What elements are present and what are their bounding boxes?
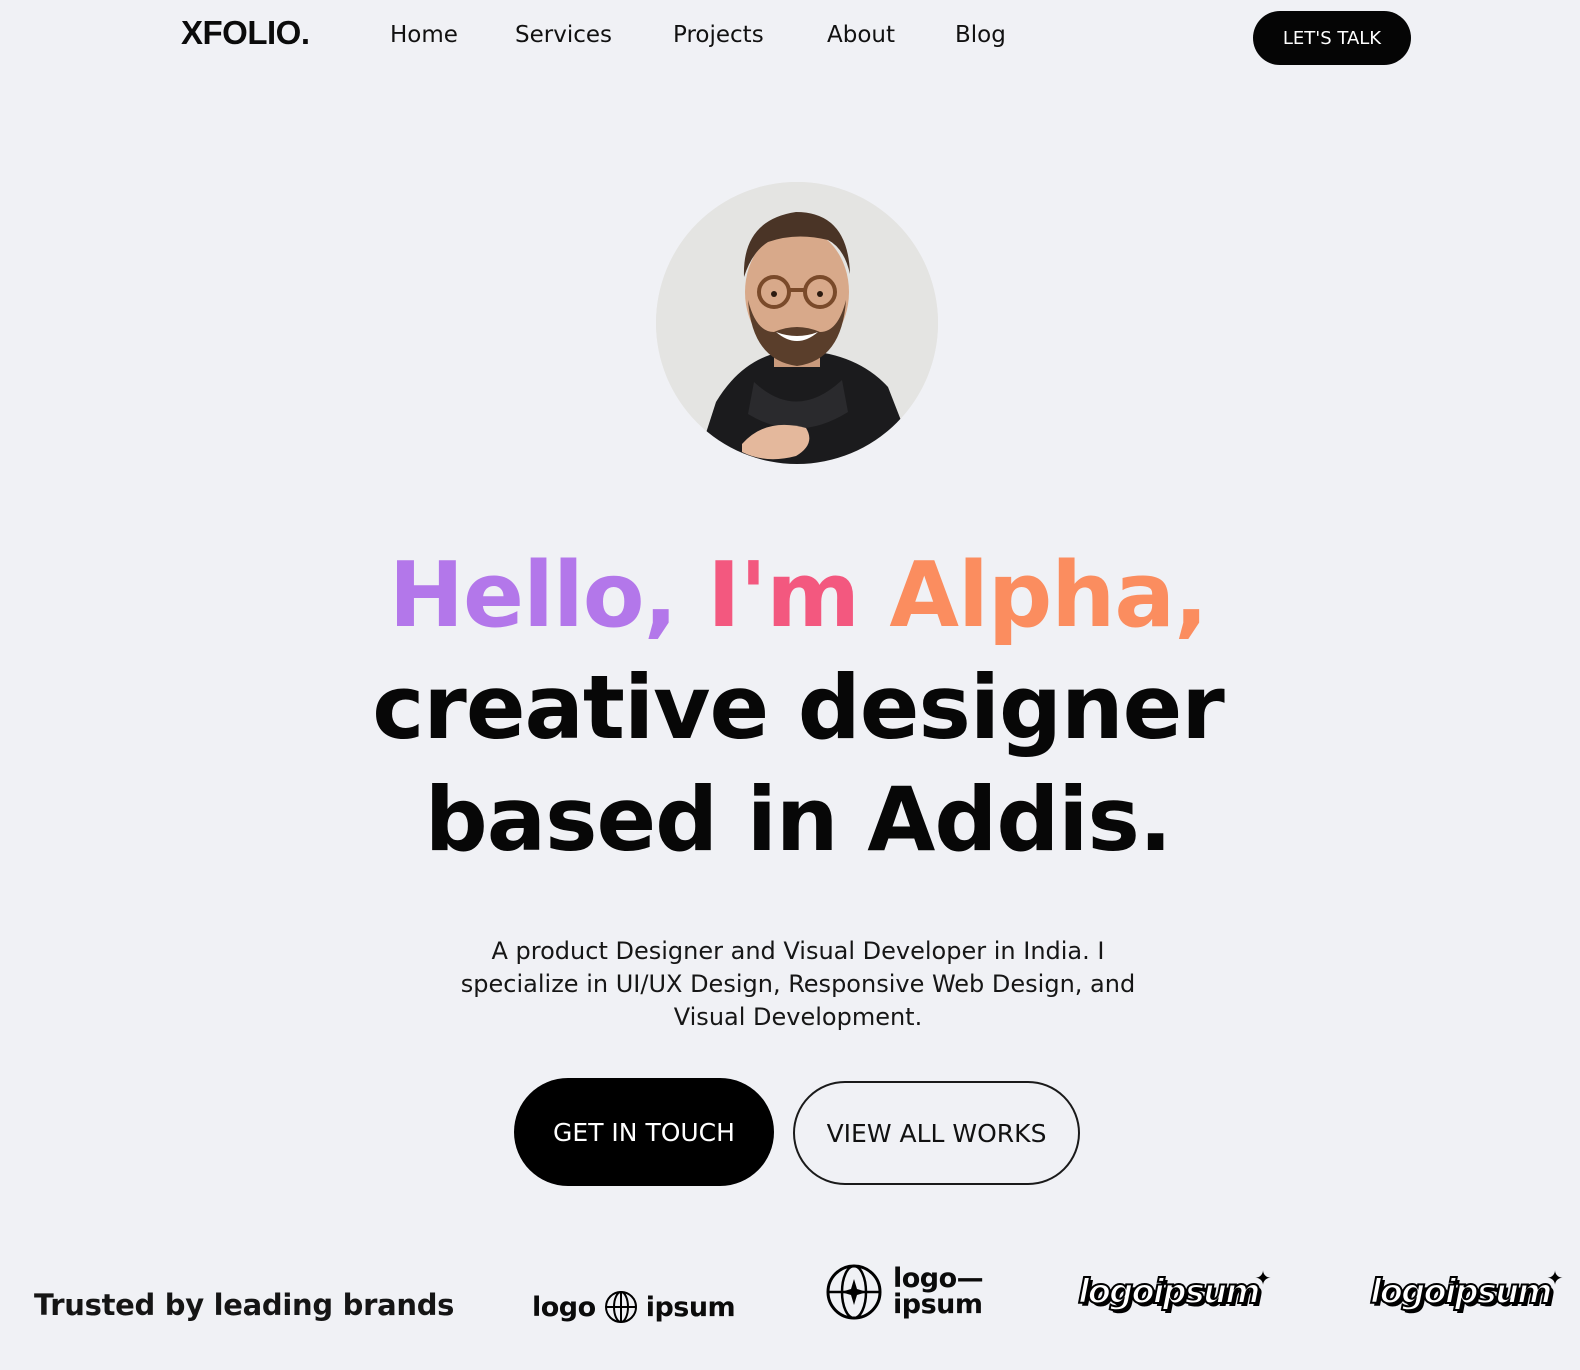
greeting-im: I'm bbox=[707, 543, 860, 648]
greeting-hello: Hello, bbox=[388, 543, 678, 648]
headline-line-2: creative designer bbox=[372, 656, 1224, 759]
greeting-line: Hello, I'm Alpha, bbox=[0, 540, 1580, 652]
view-all-works-button[interactable]: VIEW ALL WORKS bbox=[793, 1081, 1080, 1185]
brand-logo-3: logoipsum✦ bbox=[1077, 1266, 1275, 1313]
sparkle-icon: ✦ bbox=[1254, 1266, 1272, 1290]
profile-avatar bbox=[656, 182, 938, 464]
profile-photo bbox=[656, 182, 938, 464]
nav-services[interactable]: Services bbox=[515, 22, 673, 48]
headline-line-3: based in Addis. bbox=[424, 768, 1173, 871]
hero-description: A product Designer and Visual Developer … bbox=[460, 937, 1136, 1031]
brand-logo-2: logo— ipsum bbox=[825, 1262, 984, 1322]
greeting-name: Alpha, bbox=[889, 543, 1208, 648]
globe-icon bbox=[604, 1291, 637, 1323]
main-nav: Home Services Projects About Blog bbox=[390, 22, 1035, 48]
brand-1-left: logo bbox=[532, 1291, 596, 1323]
page: XFOLIO. Home Services Projects About Blo… bbox=[0, 0, 1580, 1370]
brand-4-wordmark: logoipsum bbox=[1369, 1271, 1552, 1313]
lets-talk-button[interactable]: LET'S TALK bbox=[1253, 11, 1411, 65]
brand-1-right: ipsum bbox=[645, 1291, 736, 1323]
sparkle-icon: ✦ bbox=[1546, 1266, 1564, 1290]
globe-star-icon bbox=[826, 1264, 882, 1320]
brand-logo-1: logo ipsum bbox=[532, 1282, 736, 1332]
brand-logo-4: logoipsum✦ bbox=[1369, 1266, 1567, 1313]
site-logo[interactable]: XFOLIO. bbox=[181, 14, 310, 52]
brand-2-bottom: ipsum bbox=[893, 1289, 983, 1320]
trusted-heading: Trusted by leading brands bbox=[34, 1288, 455, 1322]
nav-home[interactable]: Home bbox=[390, 22, 515, 48]
hero-headline: Hello, I'm Alpha, creative designer base… bbox=[0, 540, 1580, 876]
nav-blog[interactable]: Blog bbox=[955, 22, 1035, 48]
get-in-touch-button[interactable]: GET IN TOUCH bbox=[514, 1078, 774, 1186]
brand-3-wordmark: logoipsum bbox=[1077, 1271, 1260, 1313]
nav-projects[interactable]: Projects bbox=[673, 22, 827, 48]
nav-about[interactable]: About bbox=[827, 22, 955, 48]
